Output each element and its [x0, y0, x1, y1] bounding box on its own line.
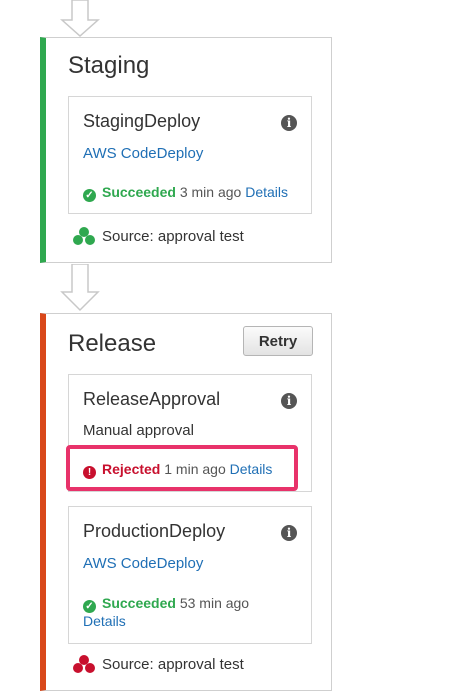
- stage-title: Release: [68, 330, 157, 357]
- action-card-production-deploy: ProductionDeploy i AWS CodeDeploy ✓ Succe…: [68, 506, 312, 644]
- status-line: ✓ Succeeded 3 min ago Details: [83, 184, 288, 202]
- status-text: Succeeded: [102, 595, 176, 611]
- retry-button[interactable]: Retry: [243, 326, 313, 356]
- info-icon[interactable]: i: [281, 115, 297, 131]
- status-text: Succeeded: [102, 184, 176, 200]
- rejected-highlight: [66, 445, 298, 491]
- action-type: Manual approval: [83, 422, 194, 439]
- info-icon[interactable]: i: [281, 525, 297, 541]
- action-name: StagingDeploy: [83, 111, 201, 131]
- check-circle-icon: ✓: [83, 189, 96, 202]
- flow-arrow-middle: [60, 264, 100, 312]
- flow-arrow-top: [60, 0, 100, 38]
- source-text: Source: approval test: [102, 228, 244, 245]
- stage-release: Release Retry ReleaseApproval i Manual a…: [40, 313, 332, 691]
- source-info: Source: approval test: [72, 226, 244, 246]
- source-cluster-icon: [73, 227, 95, 245]
- action-name: ReleaseApproval: [83, 389, 221, 409]
- provider-link[interactable]: AWS CodeDeploy: [83, 555, 203, 572]
- info-icon[interactable]: i: [281, 393, 297, 409]
- action-name: ProductionDeploy: [83, 521, 226, 541]
- status-line: ✓ Succeeded 53 min ago: [83, 595, 249, 613]
- source-text: Source: approval test: [102, 656, 244, 673]
- details-link[interactable]: Details: [245, 184, 288, 200]
- stage-title: Staging: [68, 52, 150, 79]
- details-link[interactable]: Details: [83, 613, 126, 629]
- check-circle-icon: ✓: [83, 600, 96, 613]
- provider-link[interactable]: AWS CodeDeploy: [83, 145, 203, 162]
- stage-staging: Staging StagingDeploy i AWS CodeDeploy ✓…: [40, 37, 332, 263]
- source-cluster-icon: [73, 655, 95, 673]
- status-time: 3 min ago: [179, 184, 242, 200]
- status-time: 53 min ago: [179, 595, 250, 611]
- source-info: Source: approval test: [72, 654, 244, 674]
- action-card-staging-deploy: StagingDeploy i AWS CodeDeploy ✓ Succeede…: [68, 96, 312, 214]
